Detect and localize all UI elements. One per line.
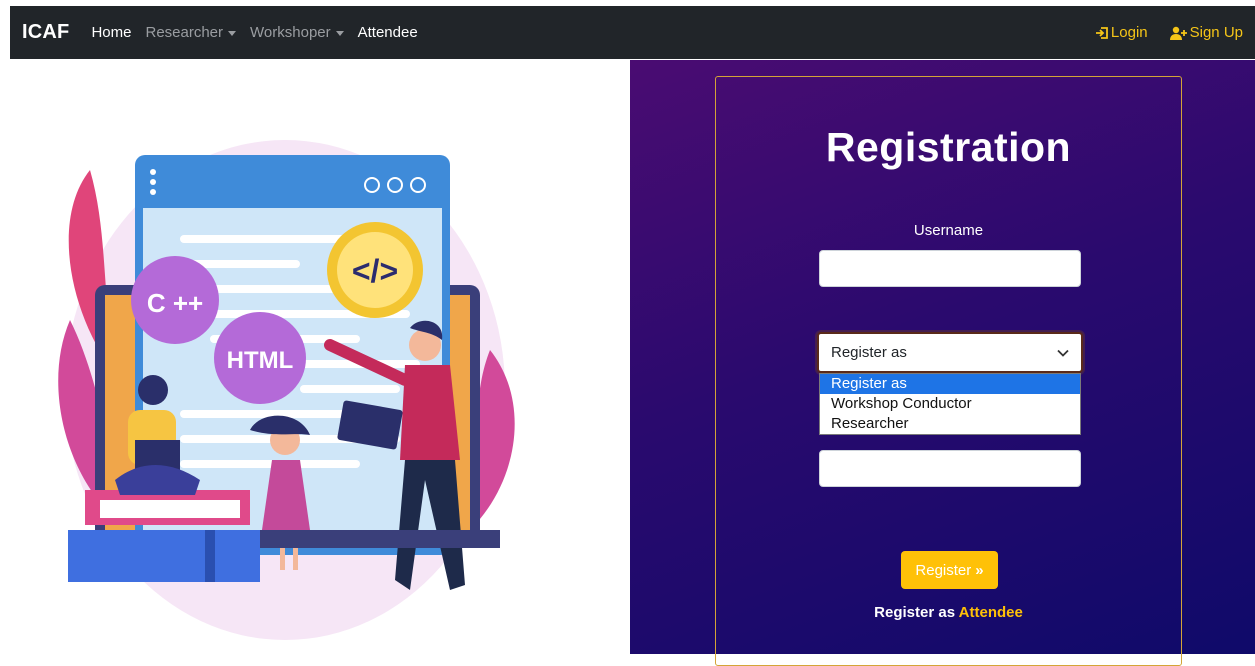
password-input[interactable] [819, 450, 1081, 487]
login-link[interactable]: Login [1095, 24, 1148, 41]
nav-researcher-dropdown[interactable]: Researcher [145, 24, 237, 41]
caret-down-icon [228, 31, 237, 36]
nav-workshoper-label: Workshoper [250, 24, 331, 41]
caret-down-icon [335, 31, 344, 36]
attendee-link[interactable]: Attendee [959, 604, 1023, 621]
illustration-art: C ++ HTML </> [58, 140, 515, 640]
register-button[interactable]: Register » [901, 551, 998, 589]
register-button-label: Register [915, 561, 972, 579]
username-label: Username [913, 222, 984, 239]
user-plus-icon [1169, 26, 1187, 40]
double-chevron-right-icon: » [975, 561, 984, 579]
nav-attendee-label: Attendee [357, 24, 418, 41]
page-title: Registration [825, 124, 1072, 170]
username-input[interactable] [819, 250, 1081, 287]
navbar: ICAF Home Researcher Workshoper Attendee… [10, 6, 1255, 59]
nav-attendee[interactable]: Attendee [358, 24, 418, 41]
cpp-tag: C ++ [147, 288, 203, 318]
brand-logo[interactable]: ICAF [22, 21, 69, 44]
role-option-researcher[interactable]: Researcher [820, 414, 1080, 434]
nav-auth-group: Login Sign Up [1073, 24, 1243, 41]
developer-illustration: C ++ HTML </> [10, 60, 630, 654]
nav-home-label: Home [91, 24, 132, 41]
role-option-workshop-conductor[interactable]: Workshop Conductor [820, 394, 1080, 414]
role-select-value: Register as [831, 344, 907, 361]
role-option-register-as[interactable]: Register as [820, 374, 1080, 394]
signup-link[interactable]: Sign Up [1169, 24, 1243, 41]
signup-label: Sign Up [1189, 24, 1243, 41]
nav-researcher-label: Researcher [145, 24, 224, 41]
nav-home[interactable]: Home [91, 24, 131, 41]
html-tag: HTML [227, 347, 294, 374]
role-select[interactable]: Register as [817, 332, 1083, 373]
code-tag: </> [352, 253, 398, 289]
role-options-list: Register as Workshop Conductor Researche… [819, 373, 1081, 435]
attendee-prefix: Register as [874, 604, 956, 621]
chevron-down-icon [1057, 349, 1069, 357]
attendee-register-line: Register as Attendee [715, 604, 1182, 621]
nav-workshoper-dropdown[interactable]: Workshoper [250, 24, 344, 41]
login-icon [1095, 26, 1108, 39]
login-label: Login [1110, 24, 1148, 41]
